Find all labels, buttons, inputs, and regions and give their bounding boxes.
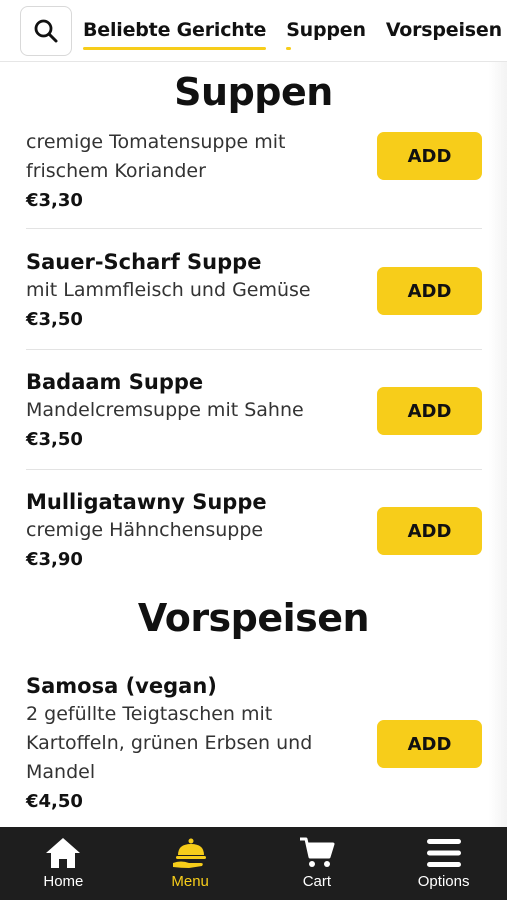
divider	[26, 228, 482, 229]
nav-options[interactable]: Options	[380, 827, 507, 900]
item-price: €3,30	[26, 190, 83, 211]
cart-icon	[299, 837, 335, 867]
add-button[interactable]: ADD	[377, 507, 482, 555]
item-description: cremige Tomatensuppe mit frischem Korian…	[26, 131, 286, 182]
tab-beliebte-gerichte[interactable]: Beliebte Gerichte	[83, 19, 266, 50]
search-button[interactable]	[20, 6, 72, 56]
item-description: 2 gefüllte Teigtaschen mit Kartoffeln, g…	[26, 703, 313, 783]
search-icon	[34, 19, 58, 43]
bottom-navigation: Home Menu Cart Options	[0, 827, 507, 900]
divider	[26, 349, 482, 350]
add-button[interactable]: ADD	[377, 132, 482, 180]
home-icon	[46, 838, 81, 868]
nav-home-label: Home	[43, 873, 84, 890]
item-price: €4,50	[26, 791, 83, 812]
nav-options-label: Options	[417, 873, 470, 890]
section-title-suppen: Suppen	[174, 70, 333, 114]
cloche-icon	[173, 838, 207, 868]
nav-menu[interactable]: Menu	[127, 827, 254, 900]
nav-cart-label: Cart	[302, 873, 332, 890]
section-title-vorspeisen: Vorspeisen	[137, 596, 370, 640]
menu-list[interactable]: Suppen cremige Tomatensuppe mit frischem…	[0, 62, 507, 827]
tab-vorspeisen[interactable]: Vorspeisen	[386, 19, 502, 43]
add-button[interactable]: ADD	[377, 387, 482, 435]
add-button[interactable]: ADD	[377, 267, 482, 315]
divider	[26, 469, 482, 470]
nav-home[interactable]: Home	[0, 827, 127, 900]
category-tabs: Beliebte Gerichte Suppen Vorspeisen S	[83, 0, 507, 61]
add-button[interactable]: ADD	[377, 720, 482, 768]
menu-icon	[426, 839, 461, 867]
top-bar: Beliebte Gerichte Suppen Vorspeisen S	[0, 0, 507, 62]
tab-suppen[interactable]: Suppen	[286, 19, 366, 50]
item-name: Samosa (vegan)	[26, 674, 217, 698]
nav-menu-label: Menu	[171, 873, 209, 890]
nav-cart[interactable]: Cart	[254, 827, 381, 900]
